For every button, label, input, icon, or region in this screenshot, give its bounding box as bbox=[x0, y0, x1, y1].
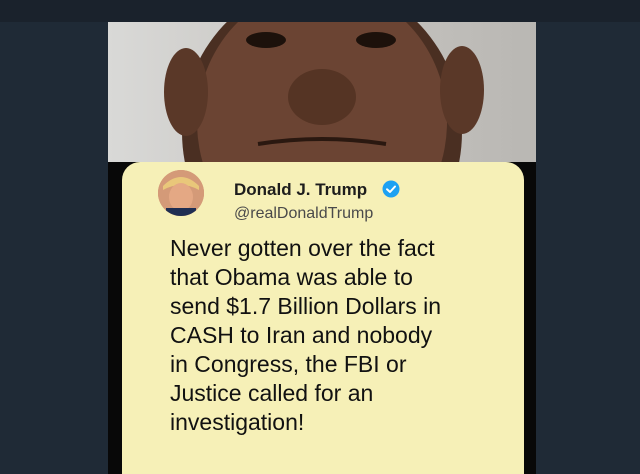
tweet-line: CASH to Iran and nobody bbox=[170, 322, 433, 348]
author-avatar bbox=[158, 170, 204, 216]
tweet-note-card: Donald J. Trump @realDonaldTrump Never g… bbox=[122, 162, 524, 474]
author-handle: @realDonaldTrump bbox=[234, 205, 374, 222]
left-margin bbox=[0, 22, 108, 474]
author-name: Donald J. Trump bbox=[234, 180, 368, 199]
tweet-line: in Congress, the FBI or bbox=[170, 351, 407, 377]
tweet-line: Never gotten over the fact bbox=[170, 235, 435, 261]
verified-badge-icon bbox=[382, 180, 400, 198]
tweet-line: Justice called for an bbox=[170, 380, 374, 406]
tweet-line: that Obama was able to bbox=[170, 264, 413, 290]
tweet-line: investigation! bbox=[170, 409, 305, 435]
tweet-text: Never gotten over the fact that Obama wa… bbox=[170, 234, 520, 437]
meme-image: Donald J. Trump @realDonaldTrump Never g… bbox=[108, 22, 536, 474]
tweet-line: send $1.7 Billion Dollars in bbox=[170, 293, 442, 319]
right-margin bbox=[536, 22, 640, 474]
top-strip bbox=[0, 0, 640, 22]
